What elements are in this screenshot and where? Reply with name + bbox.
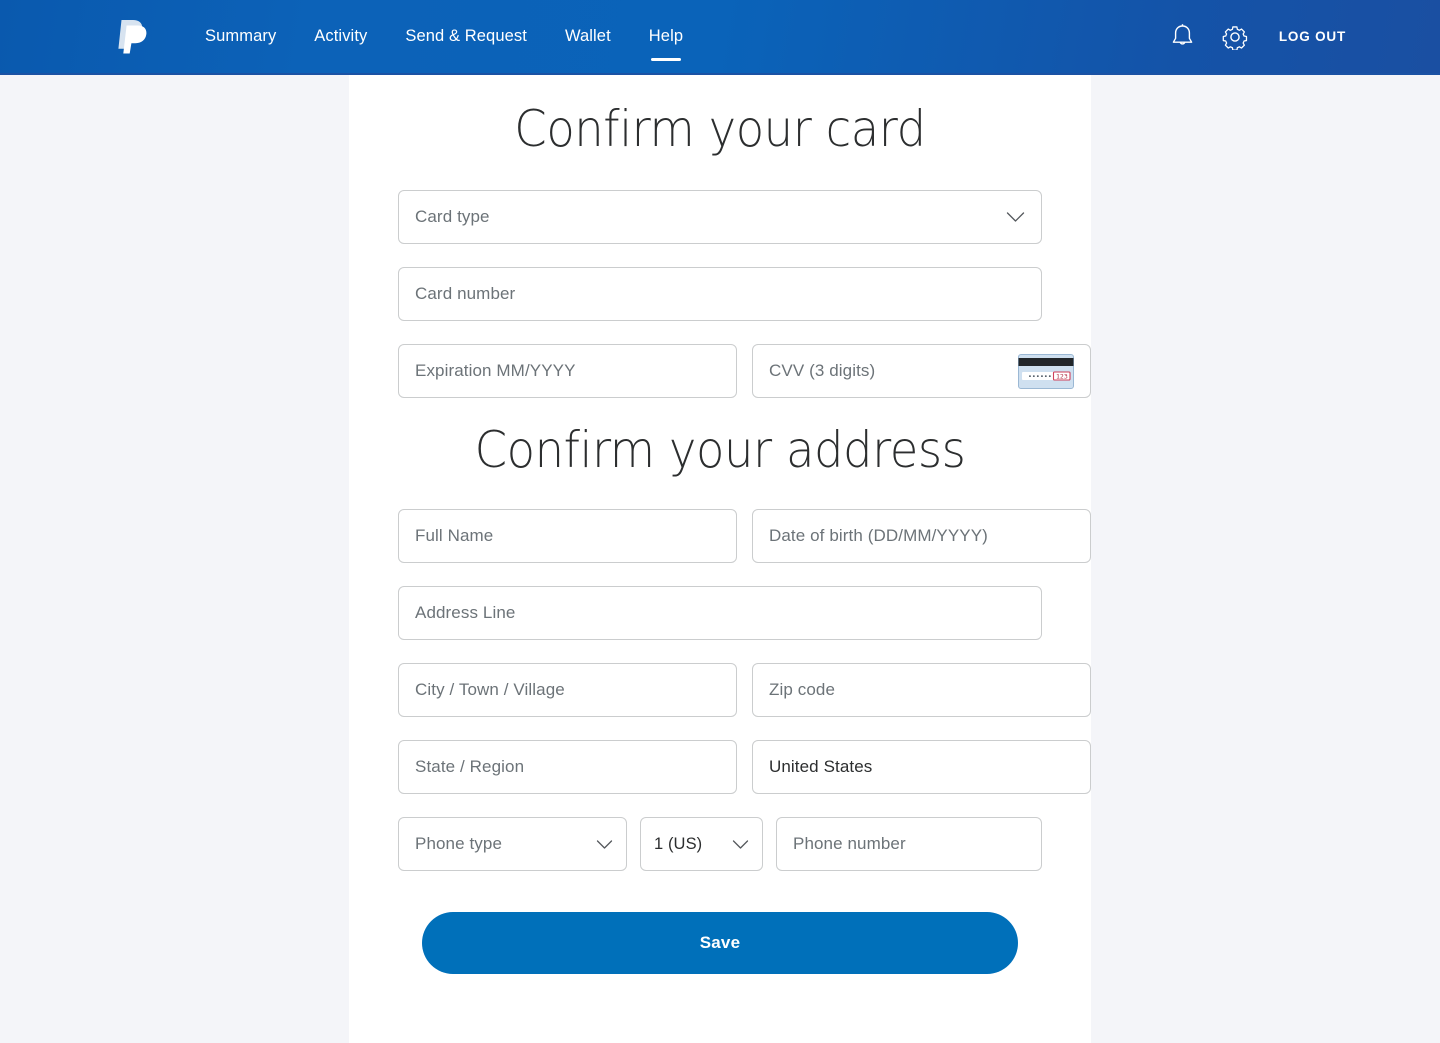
country-input[interactable]: United States	[752, 740, 1091, 794]
paypal-logo[interactable]	[118, 18, 148, 56]
primary-nav: Summary Activity Send & Request Wallet H…	[186, 28, 702, 45]
header-actions: LOG OUT	[1157, 17, 1440, 57]
global-header: Summary Activity Send & Request Wallet H…	[0, 0, 1440, 75]
cvv-input[interactable]: CVV (3 digits) ••• ••• 123	[752, 344, 1091, 398]
nav-item-send-and-request[interactable]: Send & Request	[386, 28, 546, 45]
nav-item-label: Wallet	[564, 27, 611, 46]
country-value: United States	[769, 757, 873, 776]
save-button[interactable]: Save	[422, 912, 1018, 974]
row-phone: Phone type 1 (US) Phone number	[398, 817, 1042, 871]
chevron-down-icon	[724, 839, 749, 850]
logout-button[interactable]: LOG OUT	[1279, 29, 1346, 44]
content-panel: Confirm your card Card type Card number	[349, 75, 1091, 1043]
phone-country-code-select[interactable]: 1 (US)	[640, 817, 763, 871]
page-title-confirm-address: Confirm your address	[474, 421, 966, 479]
expiration-placeholder: Expiration MM/YYYY	[415, 361, 576, 380]
city-input[interactable]: City / Town / Village	[398, 663, 737, 717]
cvv-placeholder: CVV (3 digits)	[769, 361, 876, 380]
nav-item-help[interactable]: Help	[630, 28, 702, 45]
card-number-placeholder: Card number	[415, 284, 516, 303]
state-region-placeholder: State / Region	[415, 757, 525, 776]
nav-item-label: Help	[648, 27, 684, 46]
phone-number-placeholder: Phone number	[793, 834, 906, 853]
nav-item-label: Send & Request	[405, 27, 527, 46]
page-title-confirm-card: Confirm your card	[514, 100, 926, 158]
row-card-number: Card number	[398, 267, 1042, 321]
phone-type-select[interactable]: Phone type	[398, 817, 627, 871]
address-line-input[interactable]: Address Line	[398, 586, 1042, 640]
nav-item-summary[interactable]: Summary	[186, 28, 295, 45]
nav-item-wallet[interactable]: Wallet	[546, 28, 630, 45]
row-address-line: Address Line	[398, 586, 1042, 640]
nav-item-activity[interactable]: Activity	[295, 28, 386, 45]
card-type-select[interactable]: Card type	[398, 190, 1042, 244]
address-line-placeholder: Address Line	[415, 603, 516, 622]
zip-code-placeholder: Zip code	[769, 680, 836, 699]
row-expiration-cvv: Expiration MM/YYYY CVV (3 digits) ••• ••…	[398, 344, 1091, 398]
full-name-placeholder: Full Name	[415, 526, 494, 545]
expiration-input[interactable]: Expiration MM/YYYY	[398, 344, 737, 398]
chevron-down-icon	[588, 839, 613, 850]
row-city-zip: City / Town / Village Zip code	[398, 663, 1091, 717]
chevron-down-icon	[998, 211, 1025, 223]
card-type-placeholder: Card type	[415, 207, 490, 226]
row-card-type: Card type	[398, 190, 1042, 244]
phone-type-placeholder: Phone type	[415, 834, 503, 853]
confirm-card-form: Card type Card number Expiration MM/YYYY…	[374, 190, 1091, 398]
bell-icon[interactable]	[1157, 17, 1209, 57]
phone-country-code-value: 1 (US)	[654, 834, 703, 853]
credit-card-cvv-icon: ••• ••• 123	[1018, 353, 1074, 389]
svg-text:•••: •••	[1040, 372, 1052, 380]
city-placeholder: City / Town / Village	[415, 680, 565, 699]
state-region-input[interactable]: State / Region	[398, 740, 737, 794]
row-name-dob: Full Name Date of birth (DD/MM/YYYY)	[398, 509, 1091, 563]
gear-icon[interactable]	[1209, 17, 1261, 57]
svg-text:123: 123	[1056, 372, 1068, 380]
phone-number-input[interactable]: Phone number	[776, 817, 1042, 871]
date-of-birth-input[interactable]: Date of birth (DD/MM/YYYY)	[752, 509, 1091, 563]
nav-item-label: Summary	[205, 27, 277, 46]
full-name-input[interactable]: Full Name	[398, 509, 737, 563]
row-state-country: State / Region United States	[398, 740, 1091, 794]
svg-text:•••: •••	[1028, 372, 1040, 380]
page-body: Confirm your card Card type Card number	[0, 75, 1440, 1043]
card-number-input[interactable]: Card number	[398, 267, 1042, 321]
confirm-address-form: Full Name Date of birth (DD/MM/YYYY) Add…	[374, 509, 1091, 974]
date-of-birth-placeholder: Date of birth (DD/MM/YYYY)	[769, 526, 988, 545]
zip-code-input[interactable]: Zip code	[752, 663, 1091, 717]
nav-item-label: Activity	[314, 27, 368, 46]
